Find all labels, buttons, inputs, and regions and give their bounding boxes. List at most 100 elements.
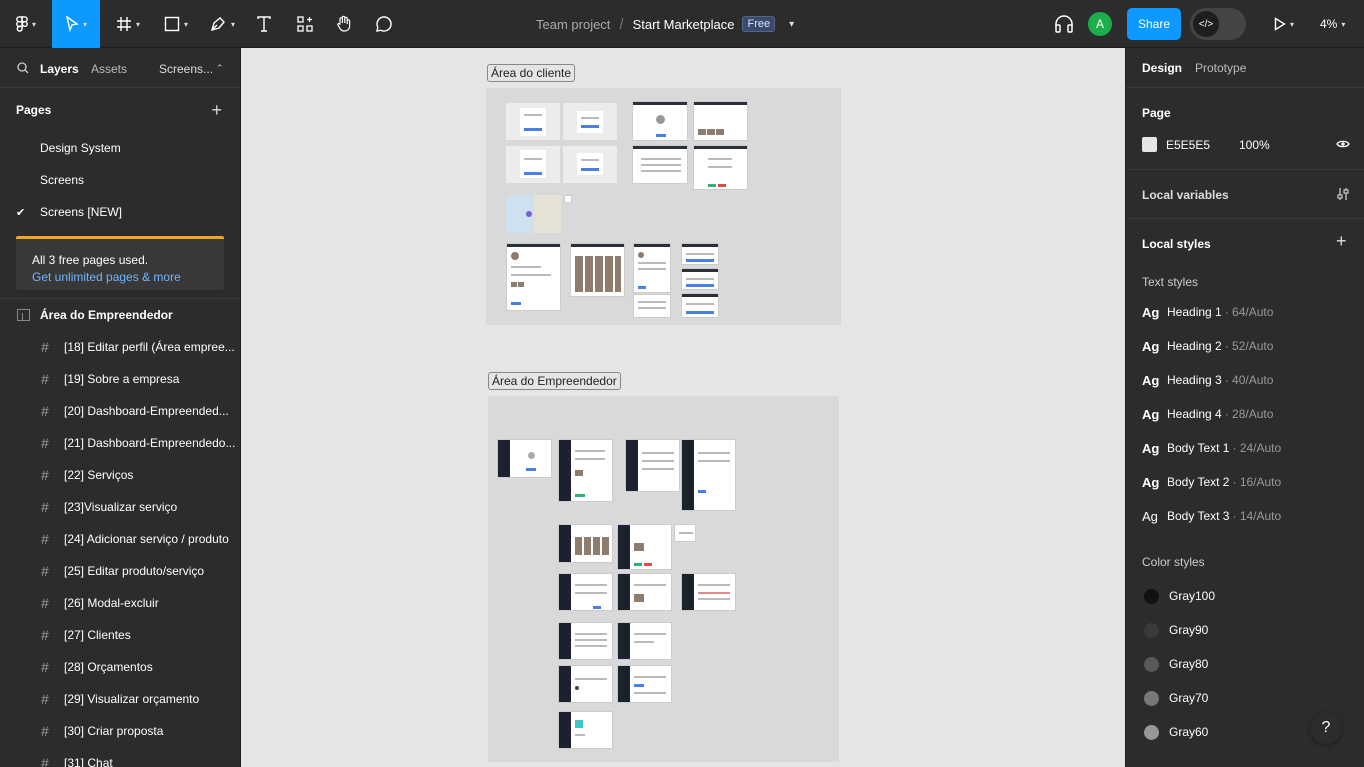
pen-tool-button[interactable]: ▾ [202,0,242,48]
search-icon[interactable] [17,62,29,74]
tab-prototype[interactable]: Prototype [1195,61,1246,75]
avatar[interactable]: A [1088,12,1112,36]
screen-thumbnail[interactable] [617,665,672,703]
screen-thumbnail[interactable] [617,622,672,660]
screen-thumbnail[interactable] [570,243,625,297]
screen-thumbnail[interactable] [563,103,617,140]
layer-item[interactable]: # [19] Sobre a empresa [0,363,240,395]
screen-thumbnail[interactable] [681,243,719,265]
section-label-area-cliente[interactable]: Área do cliente [487,64,576,82]
text-tool-button[interactable] [250,0,278,48]
layer-item[interactable]: # [24] Adicionar serviço / produto [0,523,240,555]
page-opacity[interactable]: 100% [1239,138,1270,152]
variables-icon[interactable] [1336,187,1350,201]
color-style-item[interactable]: Gray90 [1126,613,1364,647]
chevron-down-icon[interactable]: ▾ [789,19,794,30]
layer-item[interactable]: # [21] Dashboard-Empreendedo... [0,427,240,459]
layer-item[interactable]: # [26] Modal-excluir [0,587,240,619]
screen-thumbnail[interactable] [632,101,688,141]
tab-assets[interactable]: Assets [91,62,127,76]
layer-item[interactable]: # [28] Orçamentos [0,651,240,683]
upgrade-link[interactable]: Get unlimited pages & more [32,270,208,284]
text-style-item[interactable]: Ag Body Text 1 · 24/Auto [1126,431,1364,465]
color-style-item[interactable]: Gray80 [1126,647,1364,681]
layer-item[interactable]: # [23]Visualizar serviço [0,491,240,523]
local-variables-section[interactable]: Local variables [1126,170,1364,219]
layer-item[interactable]: # [27] Clientes [0,619,240,651]
add-style-icon[interactable]: + [1336,231,1347,252]
chevron-up-icon[interactable]: ⌃ [216,63,224,74]
text-style-item[interactable]: Ag Heading 4 · 28/Auto [1126,397,1364,431]
screen-thumbnail[interactable] [617,573,672,611]
section-area-cliente[interactable] [486,88,841,325]
screen-thumbnail[interactable] [564,195,572,203]
screen-thumbnail[interactable] [497,439,552,478]
screen-thumbnail[interactable] [681,573,736,611]
text-style-item[interactable]: Ag Heading 1 · 64/Auto [1126,295,1364,329]
layer-item[interactable]: # [29] Visualizar orçamento [0,683,240,715]
layer-item[interactable]: # [31] Chat [0,747,240,767]
layer-item[interactable]: # [18] Editar perfil (Área empree... [0,331,240,363]
audio-call-button[interactable] [1052,0,1076,48]
section-area-empreendedor[interactable] [488,396,839,762]
team-breadcrumb[interactable]: Team project [536,17,610,32]
screen-thumbnail[interactable] [633,243,671,293]
screen-thumbnail[interactable] [563,146,617,183]
screen-thumbnail[interactable] [558,573,613,611]
screen-thumbnail[interactable] [693,145,748,190]
file-name[interactable]: Start Marketplace [633,17,735,32]
eye-icon[interactable] [1336,139,1350,149]
screen-thumbnail[interactable] [625,439,680,492]
screen-thumbnail[interactable] [633,294,671,318]
text-style-item[interactable]: Ag Heading 3 · 40/Auto [1126,363,1364,397]
page-color-hex[interactable]: E5E5E5 [1166,138,1210,152]
text-style-item[interactable]: Ag Body Text 3 · 14/Auto [1126,499,1364,533]
layer-item[interactable]: # [30] Criar proposta [0,715,240,747]
present-button[interactable]: ▾ [1266,0,1302,48]
map-thumbnail[interactable] [506,195,561,233]
zoom-menu[interactable]: 4% ▾ [1320,0,1345,48]
screen-thumbnail[interactable] [558,622,613,660]
page-item-screens[interactable]: Screens [0,164,240,196]
color-style-item[interactable]: Gray100 [1126,579,1364,613]
resources-button[interactable] [290,0,320,48]
text-style-item[interactable]: Ag Body Text 2 · 16/Auto [1126,465,1364,499]
dev-mode-toggle[interactable]: </> [1190,8,1246,40]
page-switcher[interactable]: Screens... [159,62,213,76]
screen-thumbnail[interactable] [693,101,748,141]
share-button[interactable]: Share [1127,8,1181,40]
tab-design[interactable]: Design [1142,61,1182,75]
shape-tool-button[interactable]: ▾ [156,0,196,48]
canvas[interactable]: Área do cliente Área do Empreendedor [241,48,1125,767]
screen-thumbnail[interactable] [506,103,560,140]
layer-item[interactable]: # [20] Dashboard-Empreended... [0,395,240,427]
screen-thumbnail[interactable] [506,146,560,183]
move-tool-button[interactable]: ▾ [52,0,100,48]
page-color-swatch[interactable] [1142,137,1157,152]
layer-section-area-empreendedor[interactable]: Área do Empreendedor [0,299,240,331]
screen-thumbnail[interactable] [632,145,688,184]
page-item-design-system[interactable]: Design System [0,132,240,164]
tab-layers[interactable]: Layers [40,62,79,76]
screen-thumbnail[interactable] [681,439,736,511]
screen-thumbnail[interactable] [558,439,613,502]
section-label-area-empreendedor[interactable]: Área do Empreendedor [488,372,621,390]
frame-tool-button[interactable]: ▾ [108,0,148,48]
screen-thumbnail[interactable] [681,268,719,290]
screen-thumbnail[interactable] [558,524,613,563]
screen-thumbnail[interactable] [506,243,561,311]
comment-tool-button[interactable] [370,0,398,48]
text-style-item[interactable]: Ag Heading 2 · 52/Auto [1126,329,1364,363]
add-page-icon[interactable]: + [211,100,222,121]
screen-thumbnail[interactable] [681,293,719,318]
screen-thumbnail[interactable] [674,524,696,542]
screen-thumbnail[interactable] [617,524,672,570]
layer-item[interactable]: # [25] Editar produto/serviço [0,555,240,587]
hand-tool-button[interactable] [330,0,358,48]
help-button[interactable]: ? [1310,712,1342,744]
screen-thumbnail[interactable] [558,711,613,749]
main-menu-button[interactable]: ▾ [8,0,44,48]
color-style-item[interactable]: Gray70 [1126,681,1364,715]
layer-item[interactable]: # [22] Serviços [0,459,240,491]
screen-thumbnail[interactable] [558,665,613,703]
